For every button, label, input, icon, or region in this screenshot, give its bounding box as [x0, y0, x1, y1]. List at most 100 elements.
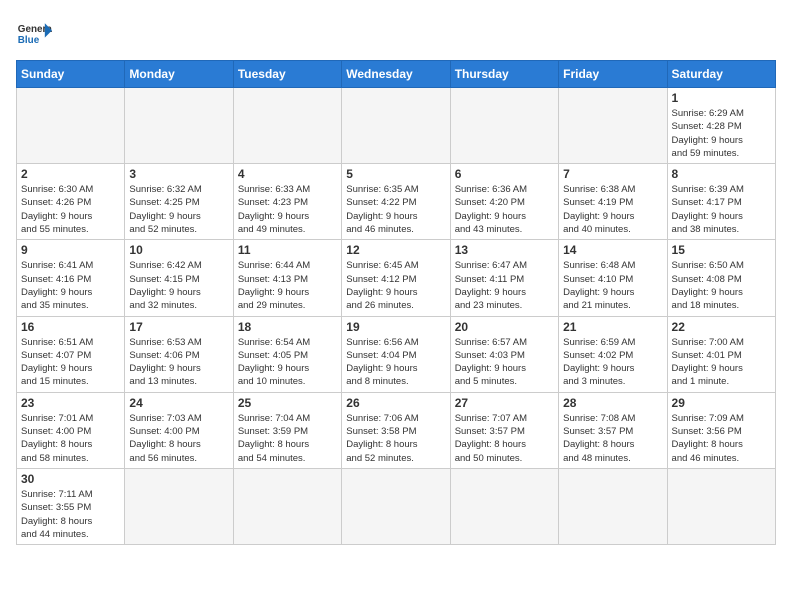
- calendar-cell: 20 Sunrise: 6:57 AM Sunset: 4:03 PM Dayli…: [450, 316, 558, 392]
- day-info: Sunrise: 6:44 AM Sunset: 4:13 PM Dayligh…: [238, 259, 337, 312]
- day-number: 7: [563, 167, 662, 181]
- calendar-week-6: 30 Sunrise: 7:11 AM Sunset: 3:55 PM Dayli…: [17, 468, 776, 544]
- calendar-cell: [559, 88, 667, 164]
- day-info: Sunrise: 6:48 AM Sunset: 4:10 PM Dayligh…: [563, 259, 662, 312]
- day-info: Sunrise: 7:08 AM Sunset: 3:57 PM Dayligh…: [563, 412, 662, 465]
- day-number: 20: [455, 320, 554, 334]
- calendar-cell: [559, 468, 667, 544]
- calendar-cell: 7 Sunrise: 6:38 AM Sunset: 4:19 PM Daylig…: [559, 164, 667, 240]
- day-info: Sunrise: 6:50 AM Sunset: 4:08 PM Dayligh…: [672, 259, 771, 312]
- calendar-cell: 28Sunrise: 7:08 AM Sunset: 3:57 PM Dayli…: [559, 392, 667, 468]
- weekday-header-row: SundayMondayTuesdayWednesdayThursdayFrid…: [17, 61, 776, 88]
- day-number: 22: [672, 320, 771, 334]
- calendar-cell: 9Sunrise: 6:41 AM Sunset: 4:16 PM Daylig…: [17, 240, 125, 316]
- day-number: 8: [672, 167, 771, 181]
- weekday-header-tuesday: Tuesday: [233, 61, 341, 88]
- calendar-cell: 16 Sunrise: 6:51 AM Sunset: 4:07 PM Dayli…: [17, 316, 125, 392]
- calendar-cell: [125, 468, 233, 544]
- calendar-week-2: 2 Sunrise: 6:30 AM Sunset: 4:26 PM Daylig…: [17, 164, 776, 240]
- day-number: 14: [563, 243, 662, 257]
- calendar-cell: 24 Sunrise: 7:03 AM Sunset: 4:00 PM Dayli…: [125, 392, 233, 468]
- calendar-cell: 30 Sunrise: 7:11 AM Sunset: 3:55 PM Dayli…: [17, 468, 125, 544]
- day-number: 10: [129, 243, 228, 257]
- day-info: Sunrise: 6:35 AM Sunset: 4:22 PM Dayligh…: [346, 183, 445, 236]
- calendar-cell: 11 Sunrise: 6:44 AM Sunset: 4:13 PM Dayli…: [233, 240, 341, 316]
- calendar-week-5: 23 Sunrise: 7:01 AM Sunset: 4:00 PM Dayli…: [17, 392, 776, 468]
- calendar-cell: 15 Sunrise: 6:50 AM Sunset: 4:08 PM Dayli…: [667, 240, 775, 316]
- day-info: Sunrise: 6:59 AM Sunset: 4:02 PM Dayligh…: [563, 336, 662, 389]
- page-header: General Blue: [16, 16, 776, 52]
- day-info: Sunrise: 6:32 AM Sunset: 4:25 PM Dayligh…: [129, 183, 228, 236]
- day-info: Sunrise: 7:09 AM Sunset: 3:56 PM Dayligh…: [672, 412, 771, 465]
- day-number: 19: [346, 320, 445, 334]
- day-info: Sunrise: 6:51 AM Sunset: 4:07 PM Dayligh…: [21, 336, 120, 389]
- day-info: Sunrise: 6:54 AM Sunset: 4:05 PM Dayligh…: [238, 336, 337, 389]
- day-info: Sunrise: 6:39 AM Sunset: 4:17 PM Dayligh…: [672, 183, 771, 236]
- day-info: Sunrise: 6:56 AM Sunset: 4:04 PM Dayligh…: [346, 336, 445, 389]
- calendar-cell: 23 Sunrise: 7:01 AM Sunset: 4:00 PM Dayli…: [17, 392, 125, 468]
- calendar-cell: 8 Sunrise: 6:39 AM Sunset: 4:17 PM Daylig…: [667, 164, 775, 240]
- day-info: Sunrise: 7:00 AM Sunset: 4:01 PM Dayligh…: [672, 336, 771, 389]
- calendar-cell: 6Sunrise: 6:36 AM Sunset: 4:20 PM Daylig…: [450, 164, 558, 240]
- day-info: Sunrise: 7:04 AM Sunset: 3:59 PM Dayligh…: [238, 412, 337, 465]
- day-number: 21: [563, 320, 662, 334]
- calendar-cell: 27Sunrise: 7:07 AM Sunset: 3:57 PM Dayli…: [450, 392, 558, 468]
- calendar-cell: [667, 468, 775, 544]
- calendar-cell: [450, 468, 558, 544]
- calendar-week-1: 1 Sunrise: 6:29 AM Sunset: 4:28 PM Daylig…: [17, 88, 776, 164]
- day-number: 24: [129, 396, 228, 410]
- day-number: 4: [238, 167, 337, 181]
- day-number: 23: [21, 396, 120, 410]
- calendar-cell: 2 Sunrise: 6:30 AM Sunset: 4:26 PM Daylig…: [17, 164, 125, 240]
- calendar-cell: 17Sunrise: 6:53 AM Sunset: 4:06 PM Dayli…: [125, 316, 233, 392]
- day-info: Sunrise: 6:29 AM Sunset: 4:28 PM Dayligh…: [672, 107, 771, 160]
- day-info: Sunrise: 7:03 AM Sunset: 4:00 PM Dayligh…: [129, 412, 228, 465]
- day-info: Sunrise: 6:57 AM Sunset: 4:03 PM Dayligh…: [455, 336, 554, 389]
- day-number: 13: [455, 243, 554, 257]
- calendar-cell: 26 Sunrise: 7:06 AM Sunset: 3:58 PM Dayli…: [342, 392, 450, 468]
- weekday-header-sunday: Sunday: [17, 61, 125, 88]
- calendar-cell: 10 Sunrise: 6:42 AM Sunset: 4:15 PM Dayli…: [125, 240, 233, 316]
- logo: General Blue: [16, 16, 52, 52]
- logo-icon: General Blue: [16, 16, 52, 52]
- day-number: 5: [346, 167, 445, 181]
- calendar-cell: 18Sunrise: 6:54 AM Sunset: 4:05 PM Dayli…: [233, 316, 341, 392]
- day-info: Sunrise: 6:30 AM Sunset: 4:26 PM Dayligh…: [21, 183, 120, 236]
- calendar-cell: 22 Sunrise: 7:00 AM Sunset: 4:01 PM Dayli…: [667, 316, 775, 392]
- day-info: Sunrise: 7:06 AM Sunset: 3:58 PM Dayligh…: [346, 412, 445, 465]
- day-number: 25: [238, 396, 337, 410]
- weekday-header-monday: Monday: [125, 61, 233, 88]
- calendar-cell: [125, 88, 233, 164]
- day-info: Sunrise: 6:45 AM Sunset: 4:12 PM Dayligh…: [346, 259, 445, 312]
- day-info: Sunrise: 6:38 AM Sunset: 4:19 PM Dayligh…: [563, 183, 662, 236]
- day-number: 26: [346, 396, 445, 410]
- day-number: 3: [129, 167, 228, 181]
- day-number: 17: [129, 320, 228, 334]
- day-info: Sunrise: 6:41 AM Sunset: 4:16 PM Dayligh…: [21, 259, 120, 312]
- day-number: 15: [672, 243, 771, 257]
- day-number: 30: [21, 472, 120, 486]
- day-number: 16: [21, 320, 120, 334]
- calendar-cell: 29 Sunrise: 7:09 AM Sunset: 3:56 PM Dayli…: [667, 392, 775, 468]
- day-info: Sunrise: 6:33 AM Sunset: 4:23 PM Dayligh…: [238, 183, 337, 236]
- calendar-cell: [450, 88, 558, 164]
- day-number: 6: [455, 167, 554, 181]
- calendar-cell: 25 Sunrise: 7:04 AM Sunset: 3:59 PM Dayli…: [233, 392, 341, 468]
- day-info: Sunrise: 7:11 AM Sunset: 3:55 PM Dayligh…: [21, 488, 120, 541]
- calendar-cell: [17, 88, 125, 164]
- day-number: 29: [672, 396, 771, 410]
- weekday-header-saturday: Saturday: [667, 61, 775, 88]
- calendar-table: SundayMondayTuesdayWednesdayThursdayFrid…: [16, 60, 776, 545]
- calendar-cell: 5 Sunrise: 6:35 AM Sunset: 4:22 PM Daylig…: [342, 164, 450, 240]
- day-info: Sunrise: 7:01 AM Sunset: 4:00 PM Dayligh…: [21, 412, 120, 465]
- day-info: Sunrise: 6:42 AM Sunset: 4:15 PM Dayligh…: [129, 259, 228, 312]
- calendar-cell: 13Sunrise: 6:47 AM Sunset: 4:11 PM Dayli…: [450, 240, 558, 316]
- calendar-cell: 1 Sunrise: 6:29 AM Sunset: 4:28 PM Daylig…: [667, 88, 775, 164]
- calendar-cell: 21 Sunrise: 6:59 AM Sunset: 4:02 PM Dayli…: [559, 316, 667, 392]
- day-number: 11: [238, 243, 337, 257]
- day-number: 1: [672, 91, 771, 105]
- day-number: 2: [21, 167, 120, 181]
- calendar-cell: 12Sunrise: 6:45 AM Sunset: 4:12 PM Dayli…: [342, 240, 450, 316]
- calendar-cell: 14 Sunrise: 6:48 AM Sunset: 4:10 PM Dayli…: [559, 240, 667, 316]
- calendar-week-3: 9Sunrise: 6:41 AM Sunset: 4:16 PM Daylig…: [17, 240, 776, 316]
